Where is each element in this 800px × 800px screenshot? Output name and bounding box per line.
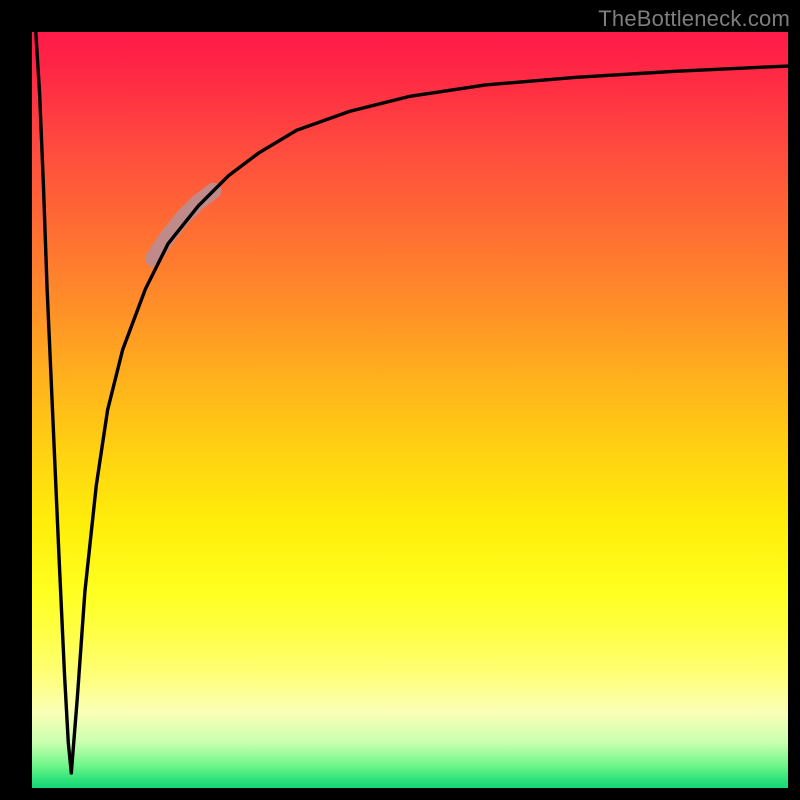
plot-area [32,32,788,788]
curve-svg [32,32,788,788]
watermark-text: TheBottleneck.com [598,6,790,32]
bottleneck-curve-down [36,32,72,773]
chart-lines [36,32,788,773]
chart-frame: TheBottleneck.com [0,0,800,800]
bottleneck-curve-up [71,66,788,773]
highlight-segment [153,191,213,259]
